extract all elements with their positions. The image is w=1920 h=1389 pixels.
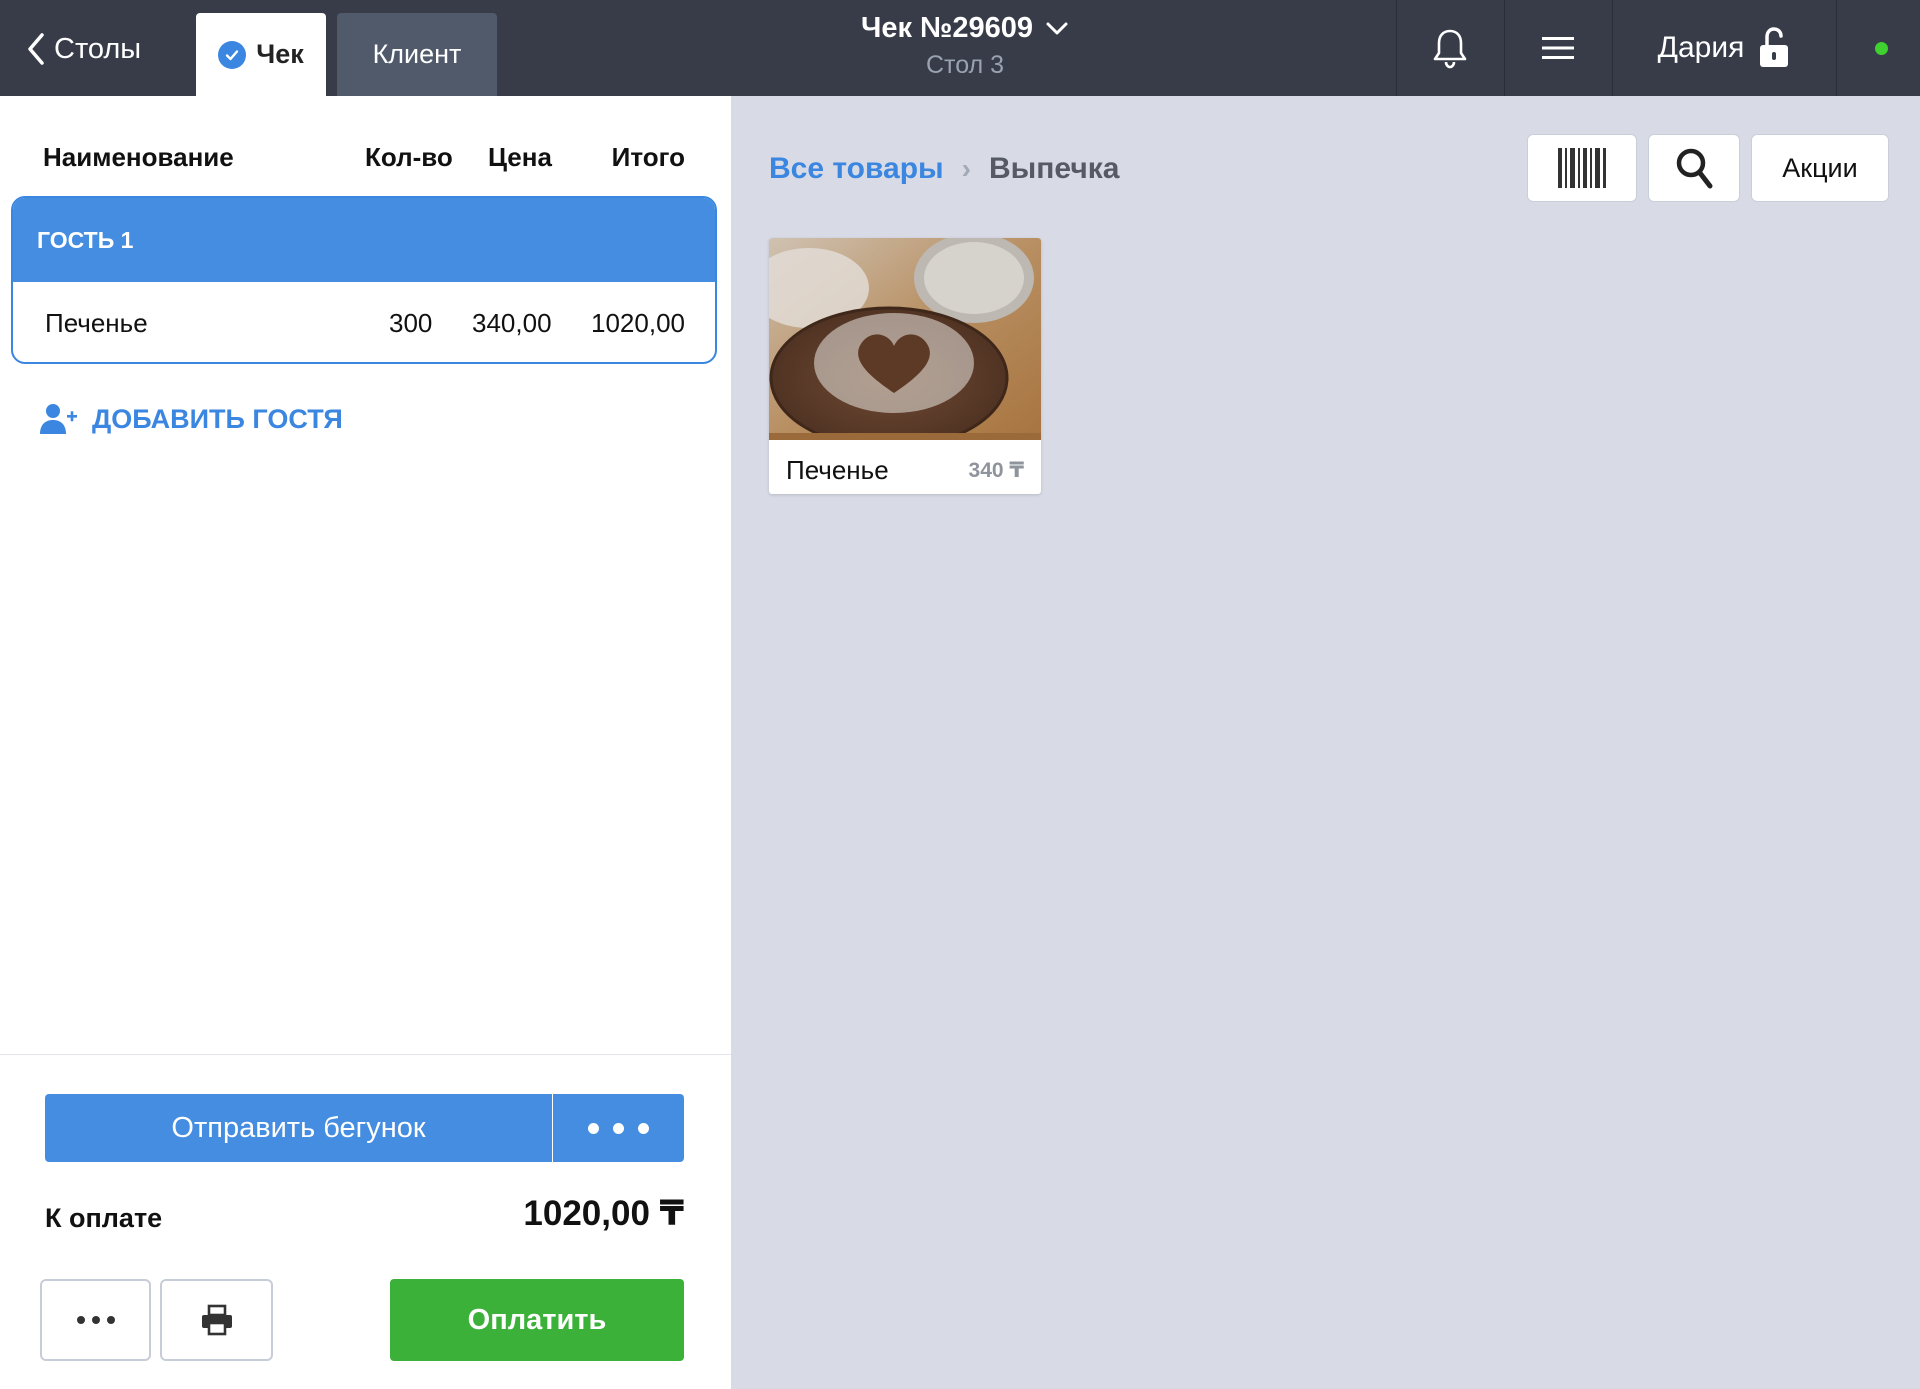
hamburger-menu-icon	[1542, 37, 1574, 59]
tab-client[interactable]: Клиент	[337, 13, 497, 96]
divider	[1836, 0, 1837, 96]
order-panel: Наименование Кол-во Цена Итого ГОСТЬ 1 П…	[0, 96, 731, 1389]
chevron-left-icon	[28, 33, 44, 65]
breadcrumb-separator: ›	[961, 153, 971, 184]
item-price: 340,00	[472, 308, 552, 338]
more-dots-icon	[91, 1316, 100, 1324]
breadcrumb: Все товары › Выпечка	[769, 152, 1119, 186]
tab-client-label: Клиент	[372, 39, 462, 69]
product-image	[769, 238, 1041, 440]
item-total: 1020,00	[591, 308, 685, 338]
more-dots-icon	[613, 1122, 624, 1134]
online-status-indicator	[1875, 42, 1888, 55]
add-guest-button[interactable]: ДОБАВИТЬ ГОСТЯ	[38, 402, 343, 436]
user-name: Дария	[1657, 31, 1745, 64]
product-price: 340 ₸	[968, 459, 1024, 482]
unlocked-padlock-icon	[1760, 27, 1789, 67]
breadcrumb-all-products[interactable]: Все товары	[769, 152, 944, 186]
column-header-price: Цена	[488, 142, 552, 172]
pay-label: Оплатить	[467, 1303, 607, 1336]
send-runner-button[interactable]: Отправить бегунок	[45, 1094, 552, 1162]
breadcrumb-current-category: Выпечка	[989, 152, 1120, 185]
send-options-button[interactable]	[553, 1094, 684, 1162]
pay-button[interactable]: Оплатить	[390, 1279, 684, 1361]
more-dots-icon	[588, 1122, 599, 1134]
more-dots-icon	[76, 1316, 85, 1324]
search-icon	[1676, 148, 1713, 189]
send-runner-label: Отправить бегунок	[171, 1111, 426, 1144]
receipt-selector[interactable]: Чек №29609 Стол 3	[780, 12, 1150, 80]
barcode-scan-button[interactable]	[1527, 134, 1637, 202]
item-qty: 300	[389, 308, 433, 338]
divider	[0, 1054, 731, 1055]
chevron-down-icon	[1046, 22, 1068, 34]
order-item-row[interactable]: Печенье 300 340,00 1020,00	[13, 282, 715, 362]
add-guest-label: ДОБАВИТЬ ГОСТЯ	[92, 403, 343, 434]
user-button[interactable]: Дария	[1613, 0, 1835, 96]
catalog-panel: Все товары › Выпечка Акции Печенье 340 ₸	[731, 96, 1920, 1389]
more-actions-button[interactable]	[40, 1279, 151, 1361]
printer-icon	[201, 1304, 232, 1336]
more-dots-icon	[638, 1122, 649, 1134]
print-button[interactable]	[160, 1279, 273, 1361]
product-name: Печенье	[786, 455, 889, 485]
more-dots-icon	[106, 1316, 115, 1324]
to-pay-amount: 1020,00 ₸	[523, 1194, 684, 1233]
notifications-button[interactable]	[1397, 0, 1503, 96]
add-user-icon	[40, 404, 77, 434]
promotions-button[interactable]: Акции	[1751, 134, 1889, 202]
promotions-label: Акции	[1782, 152, 1858, 183]
item-name: Печенье	[45, 308, 148, 338]
back-to-tables-button[interactable]: Столы	[26, 26, 141, 72]
search-button[interactable]	[1648, 134, 1740, 202]
check-circle-icon	[218, 40, 247, 69]
receipt-number: Чек №29609	[860, 12, 1034, 44]
product-card[interactable]: Печенье 340 ₸	[769, 238, 1041, 494]
guest-header[interactable]: ГОСТЬ 1	[13, 198, 715, 282]
column-header-name: Наименование	[43, 142, 234, 172]
column-header-total: Итого	[611, 142, 685, 172]
guest-label: ГОСТЬ 1	[37, 226, 134, 253]
bell-icon	[1433, 29, 1467, 69]
table-label: Стол 3	[925, 51, 1004, 79]
guest-card: ГОСТЬ 1 Печенье 300 340,00 1020,00	[11, 196, 717, 364]
top-bar: Столы Чек Клиент Чек №29609 Стол 3 Дария	[0, 0, 1920, 96]
to-pay-label: К оплате	[45, 1203, 163, 1233]
tab-check-label: Чек	[256, 39, 304, 69]
tab-check[interactable]: Чек	[196, 13, 326, 96]
menu-button[interactable]	[1505, 0, 1611, 96]
back-label: Столы	[54, 32, 142, 65]
barcode-icon	[1558, 148, 1606, 188]
column-header-qty: Кол-во	[365, 142, 453, 172]
